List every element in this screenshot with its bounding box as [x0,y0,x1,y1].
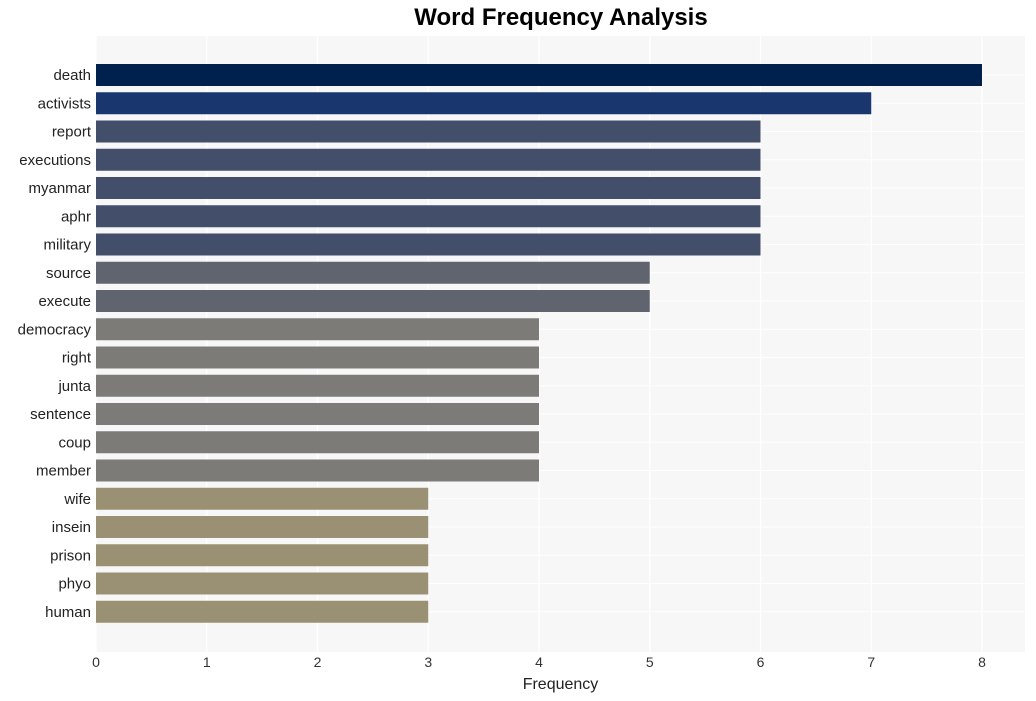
bar-human [96,600,429,623]
category-label-aphr: aphr [61,208,91,225]
x-tick-label: 7 [867,654,875,670]
bar-military [96,233,761,256]
category-label-human: human [45,604,91,621]
category-label-activists: activists [38,95,91,112]
bar-execute [96,290,650,312]
x-tick-label: 6 [757,654,765,670]
x-tick-label: 8 [978,654,986,670]
category-label-phyo: phyo [58,576,91,593]
bar-aphr [96,205,761,228]
x-tick-labels: 0 1 2 3 4 5 6 7 8 [92,654,986,670]
category-label-military: military [44,237,92,254]
bar-coup [96,431,539,454]
bar-insein [96,516,429,538]
category-label-execute: execute [38,293,91,310]
x-tick-label: 4 [535,654,543,670]
x-tick-label: 2 [314,654,322,670]
category-label-report: report [52,124,92,141]
bar-chart: death activists report executions myanmar aph… [18,36,1025,693]
bar-activists [96,92,872,115]
bar-wife [96,487,429,510]
category-label-insein: insein [52,519,91,536]
bar-myanmar [96,177,761,199]
bar-sentence [96,403,539,425]
x-tick-label: 1 [203,654,211,670]
bar-executions [96,148,761,171]
bar-death [96,64,982,86]
bar-report [96,120,761,143]
category-label-coup: coup [58,434,91,451]
category-label-sentence: sentence [30,406,91,423]
category-labels: death activists report executions myanmar aph… [18,67,92,621]
x-tick-label: 0 [92,654,100,670]
bar-junta [96,374,539,397]
bar-member [96,459,539,482]
bar-prison [96,544,429,567]
category-label-death: death [53,67,91,84]
x-axis-title: Frequency [523,676,599,693]
category-label-member: member [36,463,91,480]
category-label-wife: wife [63,491,91,508]
bar-right [96,346,539,369]
category-label-source: source [46,265,91,282]
category-label-executions: executions [19,152,91,169]
x-tick-label: 5 [646,654,654,670]
x-tick-label: 3 [424,654,432,670]
category-label-democracy: democracy [18,321,92,338]
category-label-myanmar: myanmar [28,180,91,197]
category-label-junta: junta [57,378,91,395]
category-label-prison: prison [50,547,91,564]
bar-democracy [96,318,539,341]
bar-source [96,261,650,284]
bar-phyo [96,572,429,595]
category-label-right: right [62,350,92,367]
